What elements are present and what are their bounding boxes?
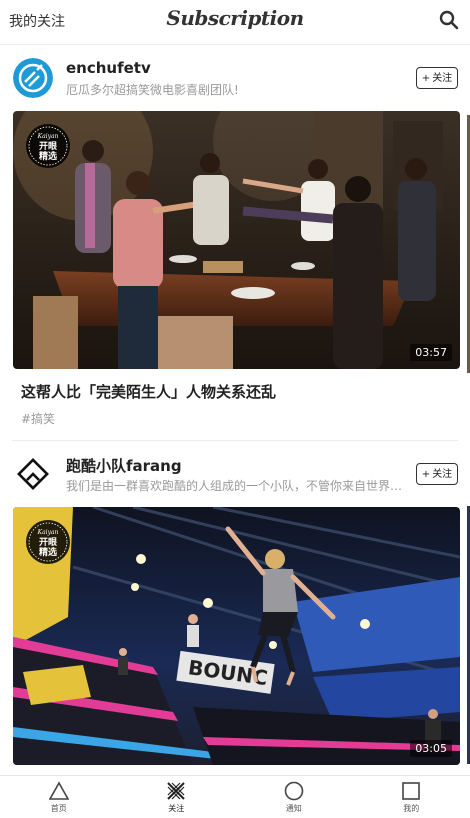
channel-header[interactable]: enchufetv 厄瓜多尔超搞笑微电影喜剧团队! + 关注	[0, 45, 470, 111]
avatar[interactable]	[13, 454, 53, 494]
feed-card: 跑酷小队farang 我们是由一群喜欢跑酷的人组成的一个小队，不管你来自世界… …	[0, 441, 470, 765]
top-bar: 我的关注 Subscription	[0, 0, 470, 45]
triangle-icon	[48, 781, 69, 800]
channel-name[interactable]: enchufetv	[66, 59, 151, 77]
featured-badge-icon: Kaiyan 开眼 精选	[26, 124, 70, 168]
nav-tab-notifications[interactable]: 通知	[235, 776, 353, 818]
square-icon	[402, 782, 421, 800]
enchufetv-logo-icon	[13, 58, 53, 98]
app-screen: 我的关注 Subscription enchufetv 厄瓜多尔超搞笑微电影喜剧…	[0, 0, 470, 818]
badge-brand-text: Kaiyan	[37, 529, 59, 536]
avatar[interactable]	[13, 58, 53, 98]
follow-button[interactable]: + 关注	[416, 463, 458, 485]
follow-label: 关注	[432, 469, 453, 480]
nav-tab-following[interactable]: 关注	[118, 776, 236, 818]
badge-line-2: 精选	[39, 546, 57, 558]
video-title[interactable]: 这帮人比「完美陌生人」人物关系还乱	[21, 381, 470, 402]
nav-tab-profile[interactable]: 我的	[353, 776, 470, 818]
subscription-feed[interactable]: enchufetv 厄瓜多尔超搞笑微电影喜剧团队! + 关注 Kaiyan 开眼…	[0, 45, 470, 778]
video-duration: 03:57	[410, 344, 452, 361]
nav-label: 首页	[50, 804, 67, 813]
dinner-party-scene-image	[13, 111, 460, 369]
badge-line-1: 开眼	[39, 537, 57, 548]
badge-brand-text: Kaiyan	[37, 133, 59, 140]
follow-label: 关注	[432, 73, 453, 84]
nav-label: 关注	[168, 804, 185, 813]
nav-label: 我的	[403, 804, 420, 813]
video-thumbnail[interactable]: Kaiyan 开眼 精选 03:57	[13, 111, 460, 369]
badge-line-2: 精选	[39, 150, 57, 162]
farang-logo-icon	[13, 454, 53, 494]
follow-button[interactable]: + 关注	[416, 67, 458, 89]
badge-line-1: 开眼	[39, 141, 57, 152]
search-icon[interactable]	[438, 9, 460, 31]
plus-icon: +	[421, 73, 431, 84]
x-mark-icon	[167, 782, 185, 800]
channel-description: 我们是由一群喜欢跑酷的人组成的一个小队，不管你来自世界…	[66, 479, 402, 493]
channel-description: 厄瓜多尔超搞笑微电影喜剧团队!	[66, 83, 239, 97]
nav-label: 通知	[285, 804, 302, 813]
featured-badge-icon: Kaiyan 开眼 精选	[26, 520, 70, 564]
bottom-navigation: 首页 关注 通知 我的	[0, 775, 470, 818]
video-tag[interactable]: #搞笑	[21, 410, 470, 427]
channel-name[interactable]: 跑酷小队farang	[66, 455, 182, 476]
video-duration: 03:05	[410, 740, 452, 757]
plus-icon: +	[421, 469, 431, 480]
trampoline-park-scene-image: BOUNC	[13, 507, 460, 765]
channel-header[interactable]: 跑酷小队farang 我们是由一群喜欢跑酷的人组成的一个小队，不管你来自世界… …	[0, 441, 470, 507]
nav-tab-home[interactable]: 首页	[0, 776, 118, 818]
circle-icon	[284, 781, 304, 801]
video-thumbnail[interactable]: BOUNC Kaiyan 开眼 精选 03:05	[13, 507, 460, 765]
feed-card: enchufetv 厄瓜多尔超搞笑微电影喜剧团队! + 关注 Kaiyan 开眼…	[0, 45, 470, 441]
page-title: Subscription	[166, 6, 304, 30]
